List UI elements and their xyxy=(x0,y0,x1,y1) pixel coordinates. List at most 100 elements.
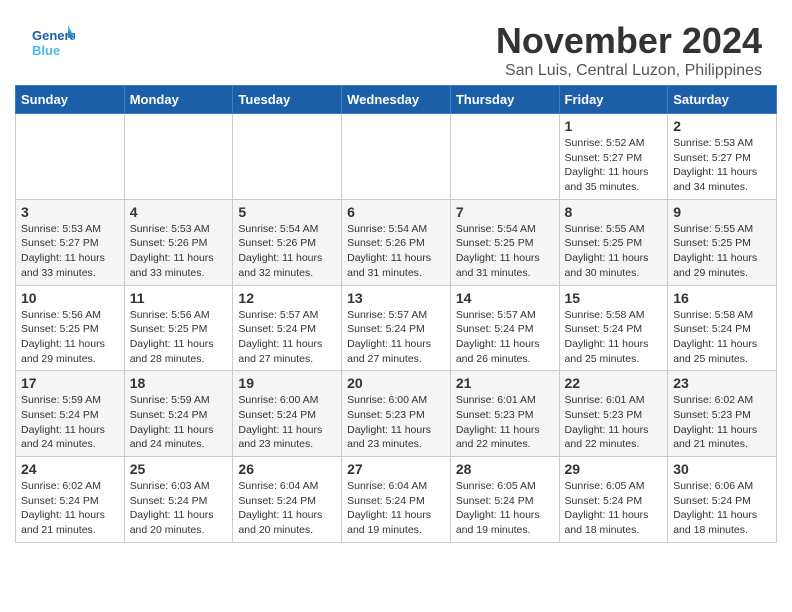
day-number: 22 xyxy=(565,375,663,391)
calendar-cell: 21 Sunrise: 6:01 AM Sunset: 5:23 PM Dayli… xyxy=(450,371,559,457)
calendar-week-2: 3Sunrise: 5:53 AM Sunset: 5:27 PM Daylig… xyxy=(16,199,777,285)
title-section: November 2024 San Luis, Central Luzon, P… xyxy=(496,20,762,80)
day-info: Sunrise: 5:56 AM Sunset: 5:25 PM Dayligh… xyxy=(130,308,228,367)
day-info: Sunrise: 5:54 AM Sunset: 5:25 PM Dayligh… xyxy=(456,222,554,281)
day-number: 13 xyxy=(347,290,445,306)
month-title: November 2024 xyxy=(496,20,762,62)
day-info: Sunrise: 5:58 AM Sunset: 5:24 PM Dayligh… xyxy=(673,308,771,367)
day-number: 16 xyxy=(673,290,771,306)
day-number: 12 xyxy=(238,290,336,306)
calendar-week-4: 17 Sunrise: 5:59 AM Sunset: 5:24 PM Dayli… xyxy=(16,371,777,457)
calendar-cell: 12Sunrise: 5:57 AM Sunset: 5:24 PM Dayli… xyxy=(233,285,342,371)
day-number: 26 xyxy=(238,461,336,477)
calendar-cell: 20 Sunrise: 6:00 AM Sunset: 5:23 PM Dayli… xyxy=(342,371,451,457)
calendar-table: SundayMondayTuesdayWednesdayThursdayFrid… xyxy=(15,85,777,543)
calendar-cell xyxy=(450,114,559,200)
calendar-cell: 10Sunrise: 5:56 AM Sunset: 5:25 PM Dayli… xyxy=(16,285,125,371)
calendar-cell: 22 Sunrise: 6:01 AM Sunset: 5:23 PM Dayli… xyxy=(559,371,668,457)
day-number: 4 xyxy=(130,204,228,220)
day-info: Sunrise: 6:06 AM Sunset: 5:24 PM Dayligh… xyxy=(673,479,771,538)
calendar-cell xyxy=(342,114,451,200)
day-number: 2 xyxy=(673,118,771,134)
day-number: 27 xyxy=(347,461,445,477)
day-number: 24 xyxy=(21,461,119,477)
day-info: Sunrise: 6:05 AM Sunset: 5:24 PM Dayligh… xyxy=(565,479,663,538)
day-info: Sunrise: 5:58 AM Sunset: 5:24 PM Dayligh… xyxy=(565,308,663,367)
calendar-cell: 15 Sunrise: 5:58 AM Sunset: 5:24 PM Dayli… xyxy=(559,285,668,371)
day-info: Sunrise: 6:03 AM Sunset: 5:24 PM Dayligh… xyxy=(130,479,228,538)
col-header-wednesday: Wednesday xyxy=(342,86,451,114)
calendar-cell: 13Sunrise: 5:57 AM Sunset: 5:24 PM Dayli… xyxy=(342,285,451,371)
day-info: Sunrise: 5:53 AM Sunset: 5:27 PM Dayligh… xyxy=(673,136,771,195)
calendar-cell xyxy=(233,114,342,200)
svg-text:Blue: Blue xyxy=(32,43,60,58)
calendar-cell: 26 Sunrise: 6:04 AM Sunset: 5:24 PM Dayli… xyxy=(233,457,342,543)
calendar-cell: 5 Sunrise: 5:54 AM Sunset: 5:26 PM Daylig… xyxy=(233,199,342,285)
day-info: Sunrise: 5:52 AM Sunset: 5:27 PM Dayligh… xyxy=(565,136,663,195)
day-info: Sunrise: 5:54 AM Sunset: 5:26 PM Dayligh… xyxy=(347,222,445,281)
day-number: 3 xyxy=(21,204,119,220)
day-number: 17 xyxy=(21,375,119,391)
day-info: Sunrise: 6:01 AM Sunset: 5:23 PM Dayligh… xyxy=(565,393,663,452)
day-info: Sunrise: 5:59 AM Sunset: 5:24 PM Dayligh… xyxy=(21,393,119,452)
col-header-friday: Friday xyxy=(559,86,668,114)
calendar-cell: 14Sunrise: 5:57 AM Sunset: 5:24 PM Dayli… xyxy=(450,285,559,371)
calendar-cell: 24 Sunrise: 6:02 AM Sunset: 5:24 PM Dayli… xyxy=(16,457,125,543)
page-header: General Blue November 2024 San Luis, Cen… xyxy=(0,0,792,85)
day-info: Sunrise: 6:00 AM Sunset: 5:23 PM Dayligh… xyxy=(347,393,445,452)
day-number: 30 xyxy=(673,461,771,477)
calendar-cell: 3Sunrise: 5:53 AM Sunset: 5:27 PM Daylig… xyxy=(16,199,125,285)
day-number: 18 xyxy=(130,375,228,391)
calendar-cell: 27 Sunrise: 6:04 AM Sunset: 5:24 PM Dayli… xyxy=(342,457,451,543)
day-info: Sunrise: 5:59 AM Sunset: 5:24 PM Dayligh… xyxy=(130,393,228,452)
calendar-cell xyxy=(16,114,125,200)
day-info: Sunrise: 5:55 AM Sunset: 5:25 PM Dayligh… xyxy=(673,222,771,281)
calendar-cell: 18 Sunrise: 5:59 AM Sunset: 5:24 PM Dayli… xyxy=(124,371,233,457)
col-header-saturday: Saturday xyxy=(668,86,777,114)
calendar-cell: 28Sunrise: 6:05 AM Sunset: 5:24 PM Dayli… xyxy=(450,457,559,543)
day-number: 21 xyxy=(456,375,554,391)
calendar-cell: 19 Sunrise: 6:00 AM Sunset: 5:24 PM Dayli… xyxy=(233,371,342,457)
day-number: 6 xyxy=(347,204,445,220)
location: San Luis, Central Luzon, Philippines xyxy=(496,62,762,80)
calendar-week-5: 24 Sunrise: 6:02 AM Sunset: 5:24 PM Dayli… xyxy=(16,457,777,543)
day-info: Sunrise: 5:55 AM Sunset: 5:25 PM Dayligh… xyxy=(565,222,663,281)
day-number: 29 xyxy=(565,461,663,477)
day-info: Sunrise: 5:57 AM Sunset: 5:24 PM Dayligh… xyxy=(456,308,554,367)
day-number: 8 xyxy=(565,204,663,220)
calendar-cell: 2 Sunrise: 5:53 AM Sunset: 5:27 PM Daylig… xyxy=(668,114,777,200)
day-number: 20 xyxy=(347,375,445,391)
col-header-monday: Monday xyxy=(124,86,233,114)
day-number: 23 xyxy=(673,375,771,391)
day-number: 25 xyxy=(130,461,228,477)
calendar-cell: 29 Sunrise: 6:05 AM Sunset: 5:24 PM Dayli… xyxy=(559,457,668,543)
day-info: Sunrise: 6:01 AM Sunset: 5:23 PM Dayligh… xyxy=(456,393,554,452)
day-info: Sunrise: 5:53 AM Sunset: 5:26 PM Dayligh… xyxy=(130,222,228,281)
calendar-cell: 4 Sunrise: 5:53 AM Sunset: 5:26 PM Daylig… xyxy=(124,199,233,285)
calendar-cell: 30 Sunrise: 6:06 AM Sunset: 5:24 PM Dayli… xyxy=(668,457,777,543)
calendar-cell: 7 Sunrise: 5:54 AM Sunset: 5:25 PM Daylig… xyxy=(450,199,559,285)
day-info: Sunrise: 6:02 AM Sunset: 5:24 PM Dayligh… xyxy=(21,479,119,538)
col-header-tuesday: Tuesday xyxy=(233,86,342,114)
logo-icon: General Blue xyxy=(30,20,75,65)
logo: General Blue xyxy=(30,20,75,65)
day-info: Sunrise: 6:00 AM Sunset: 5:24 PM Dayligh… xyxy=(238,393,336,452)
calendar-cell: 17 Sunrise: 5:59 AM Sunset: 5:24 PM Dayli… xyxy=(16,371,125,457)
day-number: 7 xyxy=(456,204,554,220)
day-number: 1 xyxy=(565,118,663,134)
day-info: Sunrise: 5:56 AM Sunset: 5:25 PM Dayligh… xyxy=(21,308,119,367)
day-number: 28 xyxy=(456,461,554,477)
calendar-cell: 8 Sunrise: 5:55 AM Sunset: 5:25 PM Daylig… xyxy=(559,199,668,285)
day-info: Sunrise: 6:04 AM Sunset: 5:24 PM Dayligh… xyxy=(347,479,445,538)
day-number: 5 xyxy=(238,204,336,220)
calendar-cell: 11Sunrise: 5:56 AM Sunset: 5:25 PM Dayli… xyxy=(124,285,233,371)
calendar-week-3: 10Sunrise: 5:56 AM Sunset: 5:25 PM Dayli… xyxy=(16,285,777,371)
calendar-cell: 6 Sunrise: 5:54 AM Sunset: 5:26 PM Daylig… xyxy=(342,199,451,285)
day-number: 15 xyxy=(565,290,663,306)
col-header-thursday: Thursday xyxy=(450,86,559,114)
calendar-week-1: 1 Sunrise: 5:52 AM Sunset: 5:27 PM Daylig… xyxy=(16,114,777,200)
day-number: 19 xyxy=(238,375,336,391)
day-info: Sunrise: 6:04 AM Sunset: 5:24 PM Dayligh… xyxy=(238,479,336,538)
calendar-cell: 25 Sunrise: 6:03 AM Sunset: 5:24 PM Dayli… xyxy=(124,457,233,543)
day-info: Sunrise: 5:54 AM Sunset: 5:26 PM Dayligh… xyxy=(238,222,336,281)
